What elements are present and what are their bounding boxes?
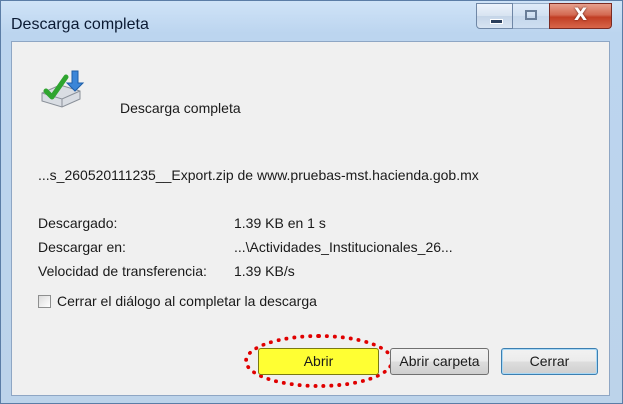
maximize-button — [512, 3, 550, 29]
downloaded-label: Descargado: — [38, 215, 118, 231]
close-on-complete-checkbox[interactable] — [38, 294, 51, 308]
download-complete-icon — [41, 70, 85, 108]
download-location-value: ...\Actividades_Institucionales_26... — [234, 239, 453, 255]
download-location-label: Descargar en: — [38, 239, 126, 255]
downloaded-file-info: ...s_260520111235__Export.zip de www.pru… — [38, 167, 479, 183]
transfer-rate-label: Velocidad de transferencia: — [38, 263, 207, 279]
close-button[interactable]: Cerrar — [501, 348, 598, 375]
window-close-button[interactable]: X — [549, 3, 612, 29]
transfer-rate-value: 1.39 KB/s — [234, 263, 295, 279]
minimize-icon — [490, 19, 503, 24]
close-on-complete-label[interactable]: Cerrar el diálogo al completar la descar… — [57, 293, 317, 309]
downloaded-value: 1.39 KB en 1 s — [234, 215, 326, 231]
open-button[interactable]: Abrir — [258, 348, 379, 375]
title-bar[interactable]: Descarga completa X — [1, 1, 622, 41]
dialog-content: Descarga completa ...s_260520111235__Exp… — [11, 41, 610, 396]
status-heading: Descarga completa — [120, 100, 241, 116]
window-title: Descarga completa — [11, 16, 149, 33]
download-dialog: Descarga completa X Descarga completa ..… — [0, 0, 623, 404]
close-icon: X — [573, 5, 588, 25]
minimize-button[interactable] — [476, 3, 513, 29]
open-folder-button[interactable]: Abrir carpeta — [390, 348, 489, 375]
maximize-icon — [525, 10, 537, 20]
close-on-complete-option[interactable]: Cerrar el diálogo al completar la descar… — [38, 293, 317, 309]
